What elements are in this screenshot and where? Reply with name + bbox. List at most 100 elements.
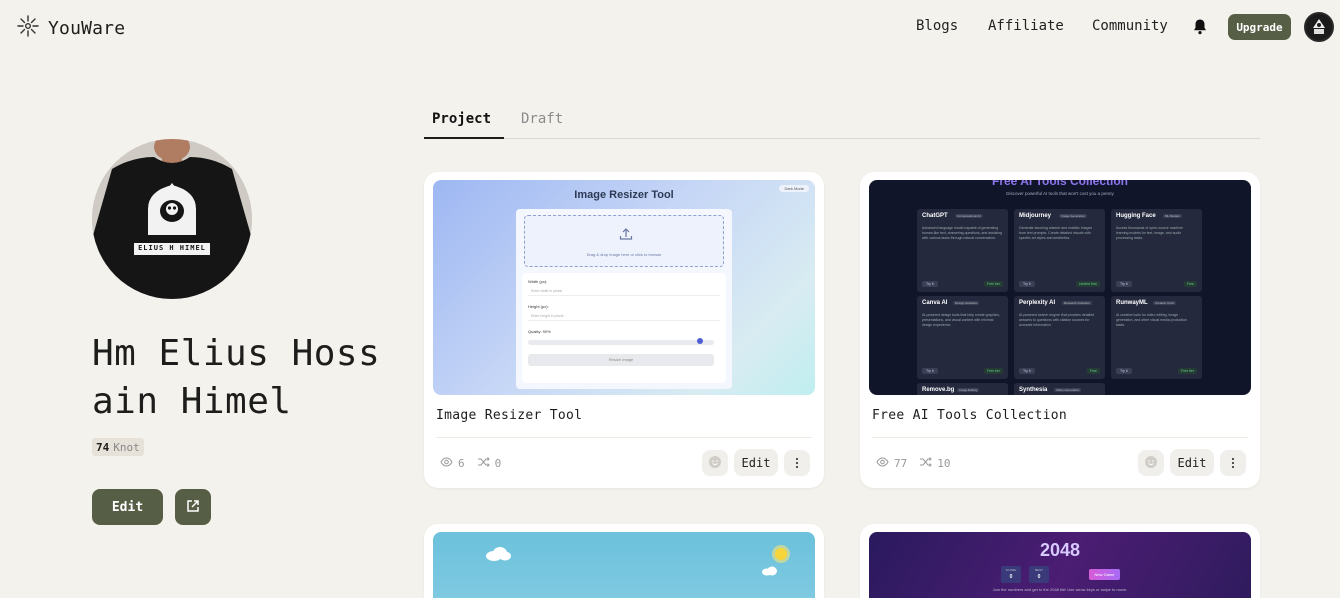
preview-try-button: Try it <box>1116 281 1132 287</box>
preview-form: Width (px): Enter width in pixels Height… <box>522 273 726 383</box>
preview-best-value: 0 <box>1037 574 1041 580</box>
preview-try-button: Try it <box>1019 281 1035 287</box>
preview-mode-toggle: Dark Mode <box>779 185 809 192</box>
like-button[interactable] <box>702 450 728 476</box>
preview-tool-tag: Conversational AI <box>955 214 983 218</box>
profile-name: Hm Elius Hossain Himel <box>92 333 381 422</box>
top-bar: YouWare Blogs Affiliate Community Upgrad… <box>0 0 1340 54</box>
preview-price-badge: Limited free <box>1075 281 1100 287</box>
more-options-button[interactable] <box>784 450 810 476</box>
preview-tool-card: RunwayML Creative Tools AI creative tool… <box>1111 296 1202 379</box>
nav-community[interactable]: Community <box>1092 18 1168 34</box>
knot-count: 74 <box>96 440 110 454</box>
open-external-button[interactable] <box>175 489 211 525</box>
preview-tool-name: Hugging Face <box>1116 213 1156 219</box>
preview-tool-name: Remove.bg <box>922 387 955 393</box>
more-options-button[interactable] <box>1220 450 1246 476</box>
preview-subheading: Discover powerful AI tools that won't co… <box>1006 191 1114 196</box>
view-count: 77 <box>894 457 908 470</box>
nav-blogs[interactable]: Blogs <box>916 18 958 34</box>
edit-profile-button[interactable]: Edit <box>92 489 163 525</box>
preview-try-button: Try it <box>1019 368 1035 374</box>
preview-tool-tag: ML Models <box>1163 214 1182 218</box>
preview-tool-desc: AI-powered design tools that help create… <box>922 313 1000 327</box>
smiley-icon <box>708 454 722 473</box>
more-vertical-icon <box>795 454 799 473</box>
preview-tool-name: Synthesia <box>1019 387 1048 393</box>
preview-tool-tag: Research Assistant <box>1062 301 1092 305</box>
preview-tool-desc: Advanced language model capable of gener… <box>922 226 1002 240</box>
project-stats: 77 10 <box>876 456 957 471</box>
remix-icon <box>477 456 490 471</box>
preview-try-button: Try it <box>922 281 938 287</box>
tab-project[interactable]: Project <box>432 111 491 127</box>
preview-tool-card: Midjourney Image Generation Generate stu… <box>1014 209 1105 292</box>
preview-tool-name: ChatGPT <box>922 213 948 219</box>
profile-avatar: ELIUS H HIMEL <box>92 139 252 299</box>
preview-tool-card: Canva AI Design Assistant AI-powered des… <box>917 296 1008 379</box>
preview-tool-tag: Image Generation <box>1059 214 1088 218</box>
shirt-print-text: ELIUS H HIMEL <box>138 244 206 252</box>
preview-price-badge: Free <box>1086 368 1100 374</box>
smiley-icon <box>1144 454 1158 473</box>
preview-tool-card: Synthesia Video Generation <box>1014 383 1105 395</box>
upgrade-button[interactable]: Upgrade <box>1228 14 1291 40</box>
like-button[interactable] <box>1138 450 1164 476</box>
project-title[interactable]: Image Resizer Tool <box>436 408 582 423</box>
project-thumbnail[interactable]: 2048 SCORE 0 BEST 0 New Game Join the nu… <box>869 532 1251 598</box>
preview-heading: Free AI Tools Collection <box>991 180 1128 188</box>
project-card-ai-tools[interactable]: Free AI Tools Collection Discover powerf… <box>860 172 1260 488</box>
preview-price-badge: Free tier <box>1177 368 1197 374</box>
preview-dropzone: Drag & drop image here or click to brows… <box>524 215 724 267</box>
preview-tool-name: Perplexity AI <box>1019 300 1056 306</box>
eye-icon <box>440 456 453 471</box>
preview-height-label: Height (px): <box>528 304 549 309</box>
preview-tool-tag: Video Generation <box>1054 388 1082 392</box>
preview-try-button: Try it <box>922 368 938 374</box>
preview-quality-label: Quality: 90% <box>528 329 551 334</box>
preview-heading: 2048 <box>1039 540 1081 560</box>
project-title[interactable]: Free AI Tools Collection <box>872 408 1067 423</box>
project-card-2048[interactable]: 2048 SCORE 0 BEST 0 New Game Join the nu… <box>860 524 1260 598</box>
card-divider <box>436 437 812 438</box>
brand-logo[interactable]: YouWare <box>16 14 125 42</box>
preview-tool-desc: AI-powered search engine that provides d… <box>1019 313 1095 327</box>
preview-score-value: 0 <box>1009 574 1013 580</box>
project-edit-button[interactable]: Edit <box>1170 449 1214 476</box>
project-thumbnail[interactable]: Free AI Tools Collection Discover powerf… <box>869 180 1251 395</box>
preview-tool-name: RunwayML <box>1116 300 1148 306</box>
preview-new-game-button: New Game <box>1089 569 1120 580</box>
preview-width-input: Enter width in pixels <box>528 287 720 296</box>
remix-count: 0 <box>494 457 502 470</box>
project-thumbnail[interactable]: Image Resizer Tool Dark Mode Drag & drop… <box>433 180 815 395</box>
preview-width-label: Width (px): <box>528 279 548 284</box>
external-link-icon <box>186 498 200 517</box>
tab-draft[interactable]: Draft <box>521 111 563 127</box>
active-tab-indicator <box>424 137 504 139</box>
bell-icon[interactable] <box>1192 18 1208 39</box>
upload-icon <box>619 226 633 245</box>
knot-badge: 74 Knot <box>92 438 144 456</box>
more-vertical-icon <box>1231 454 1235 473</box>
brand-name: YouWare <box>48 17 126 39</box>
cloud-icon <box>485 546 511 565</box>
card-divider <box>872 437 1248 438</box>
project-edit-button[interactable]: Edit <box>734 449 778 476</box>
nav-affiliate[interactable]: Affiliate <box>988 18 1064 34</box>
preview-panel: Drag & drop image here or click to brows… <box>516 209 732 389</box>
preview-resize-button: Resize Image <box>528 354 714 366</box>
project-thumbnail[interactable] <box>433 532 815 598</box>
preview-tool-card: Perplexity AI Research Assistant AI-powe… <box>1014 296 1105 379</box>
project-card-weather-game[interactable] <box>424 524 824 598</box>
preview-drop-text: Drag & drop image here or click to brows… <box>586 252 662 257</box>
preview-try-button: Try it <box>1116 368 1132 374</box>
user-avatar[interactable] <box>1304 12 1334 42</box>
preview-tool-card: Remove.bg Image Editing <box>917 383 1008 395</box>
preview-tool-name: Midjourney <box>1019 213 1052 219</box>
project-card-image-resizer[interactable]: Image Resizer Tool Dark Mode Drag & drop… <box>424 172 824 488</box>
preview-score-label: SCORE <box>1005 568 1017 572</box>
view-count: 6 <box>458 457 465 470</box>
preview-heading: Image Resizer Tool <box>574 189 674 201</box>
preview-tool-tag: Design Assistant <box>953 301 980 305</box>
preview-tip: Join the numbers and get to the 2048 til… <box>992 587 1128 592</box>
